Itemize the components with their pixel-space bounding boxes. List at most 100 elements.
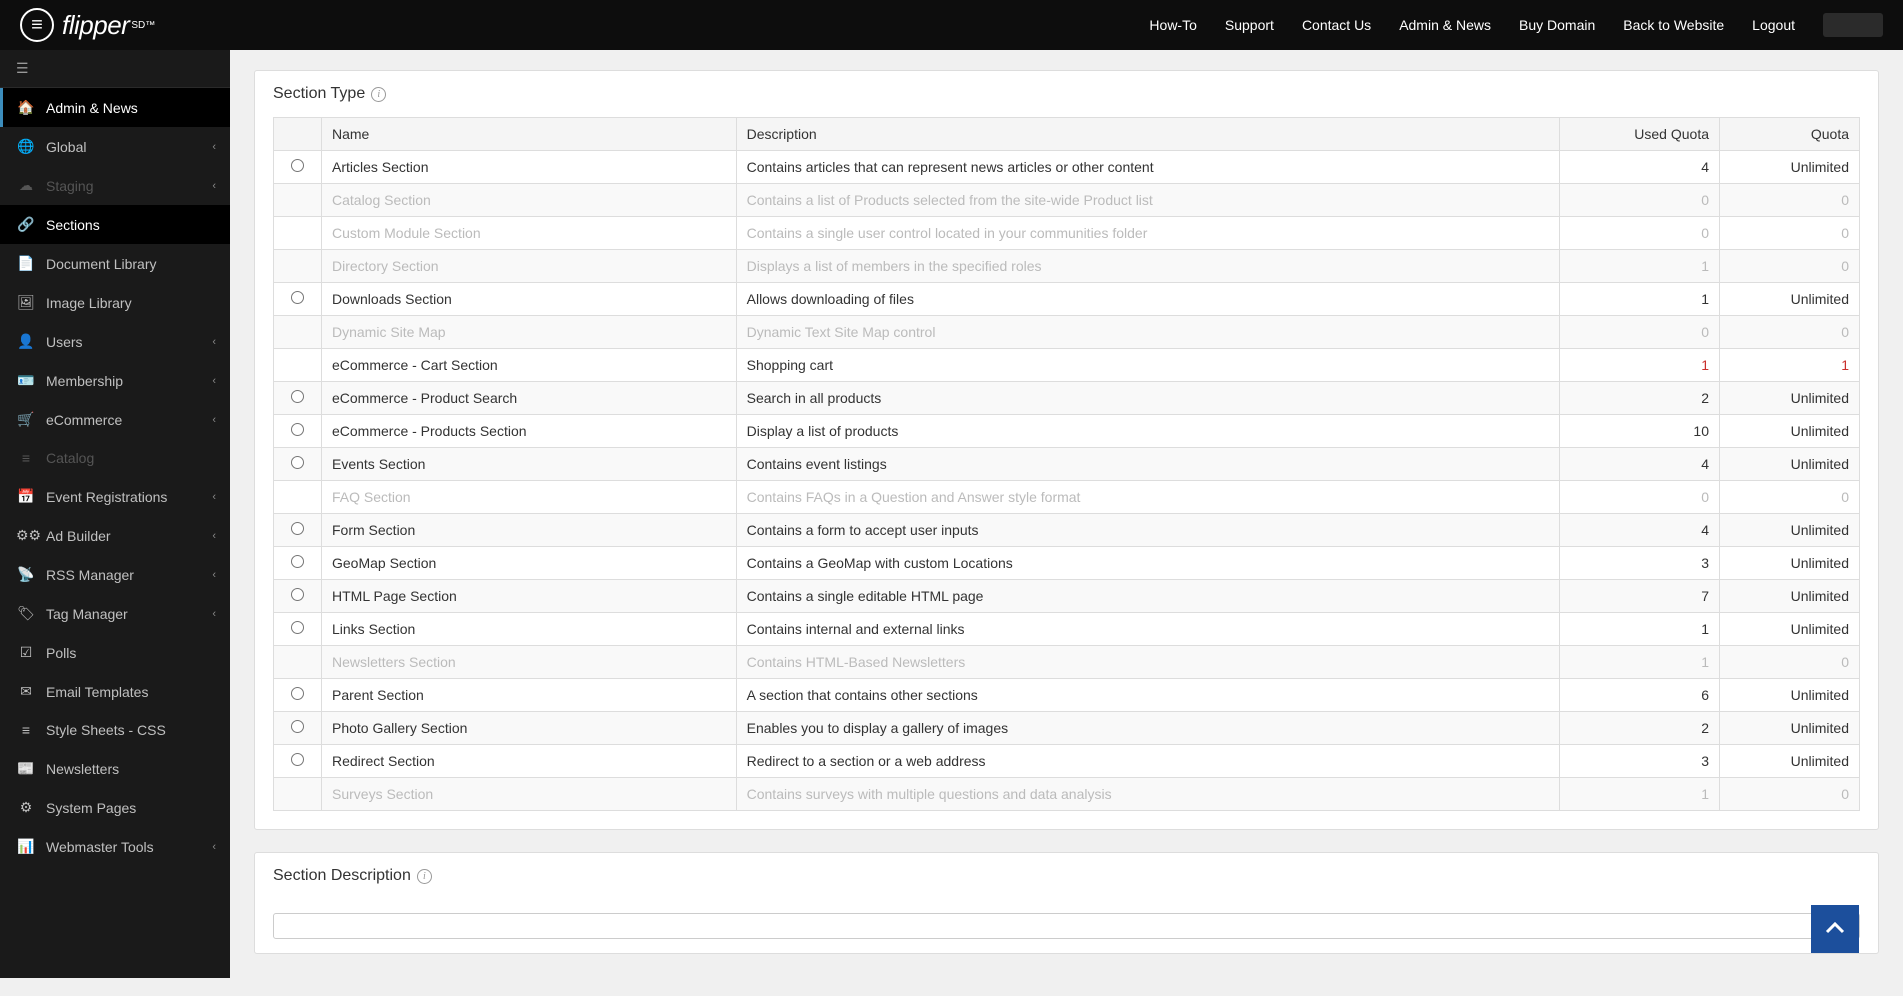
section-type-radio[interactable] [291, 555, 304, 568]
section-type-radio[interactable] [291, 159, 304, 172]
sidebar-item-ad-builder[interactable]: ⚙⚙Ad Builder‹ [0, 516, 230, 555]
card-icon: 🪪 [16, 372, 36, 389]
section-description-input[interactable]: ◢ [273, 913, 1860, 939]
cell-description: Enables you to display a gallery of imag… [736, 712, 1559, 745]
mail-icon: ✉ [16, 683, 36, 700]
table-row: eCommerce - Products SectionDisplay a li… [274, 415, 1860, 448]
table-row: Dynamic Site MapDynamic Text Site Map co… [274, 316, 1860, 349]
cell-name: Form Section [322, 514, 737, 547]
sidebar-item-sections[interactable]: 🔗 Sections [0, 205, 230, 244]
section-type-radio[interactable] [291, 621, 304, 634]
cell-used-quota: 0 [1560, 316, 1720, 349]
section-type-radio[interactable] [291, 291, 304, 304]
table-row: Catalog SectionContains a list of Produc… [274, 184, 1860, 217]
sidebar-item-ecommerce[interactable]: 🛒eCommerce‹ [0, 400, 230, 439]
section-type-radio[interactable] [291, 753, 304, 766]
section-type-radio[interactable] [291, 456, 304, 469]
sidebar-item-webmaster-tools[interactable]: 📊Webmaster Tools‹ [0, 827, 230, 866]
sidebar-item-label: Sections [46, 217, 100, 233]
cell-quota: Unlimited [1720, 415, 1860, 448]
nav-back-to-website[interactable]: Back to Website [1623, 17, 1724, 33]
cell-quota: 0 [1720, 778, 1860, 811]
cell-used-quota: 0 [1560, 481, 1720, 514]
file-icon: 📄 [16, 255, 36, 272]
sidebar-item-label: Document Library [46, 256, 157, 272]
logo-sup: SD™ [131, 20, 155, 31]
cell-quota: Unlimited [1720, 613, 1860, 646]
cell-used-quota: 4 [1560, 514, 1720, 547]
cell-used-quota: 1 [1560, 250, 1720, 283]
chevron-left-icon: ‹ [212, 375, 216, 387]
sidebar-item-image-library[interactable]: 🖼Image Library [0, 283, 230, 322]
sidebar-item-staging: ☁Staging‹ [0, 166, 230, 205]
section-type-radio[interactable] [291, 522, 304, 535]
sidebar-item-newsletters[interactable]: 📰Newsletters [0, 749, 230, 788]
info-icon[interactable]: i [417, 869, 432, 884]
sidebar-item-admin-news[interactable]: 🏠Admin & News [0, 88, 230, 127]
nav-buy-domain[interactable]: Buy Domain [1519, 17, 1595, 33]
sidebar-item-style-sheets-css[interactable]: ≡Style Sheets - CSS [0, 711, 230, 749]
cell-description: Contains FAQs in a Question and Answer s… [736, 481, 1559, 514]
radio-cell [274, 415, 322, 448]
cog-icon: ⚙ [16, 799, 36, 816]
section-type-table: Name Description Used Quota Quota Articl… [273, 117, 1860, 811]
nav-contact[interactable]: Contact Us [1302, 17, 1371, 33]
cell-used-quota: 0 [1560, 184, 1720, 217]
cell-used-quota: 1 [1560, 778, 1720, 811]
table-row: FAQ SectionContains FAQs in a Question a… [274, 481, 1860, 514]
sidebar-item-polls[interactable]: ☑Polls [0, 633, 230, 672]
cell-description: Contains event listings [736, 448, 1559, 481]
sidebar-item-event-registrations[interactable]: 📅Event Registrations‹ [0, 477, 230, 516]
section-type-radio[interactable] [291, 720, 304, 733]
sidebar-item-document-library[interactable]: 📄 Document Library [0, 244, 230, 283]
section-type-radio[interactable] [291, 390, 304, 403]
cell-quota: 0 [1720, 184, 1860, 217]
cell-description: Contains a single editable HTML page [736, 580, 1559, 613]
calendar-icon: 📅 [16, 488, 36, 505]
sidebar: ☰ 🏠Admin & News🌐Global‹☁Staging‹ 🔗 Section… [0, 50, 230, 978]
col-used-quota: Used Quota [1560, 118, 1720, 151]
sitemap-icon: 🔗 [16, 216, 36, 233]
section-type-radio[interactable] [291, 687, 304, 700]
info-icon[interactable]: i [371, 87, 386, 102]
cell-name: HTML Page Section [322, 580, 737, 613]
cell-name: Surveys Section [322, 778, 737, 811]
sidebar-item-system-pages[interactable]: ⚙System Pages [0, 788, 230, 827]
sidebar-item-users[interactable]: 👤Users‹ [0, 322, 230, 361]
table-row: Links SectionContains internal and exter… [274, 613, 1860, 646]
nav-admin-news[interactable]: Admin & News [1399, 17, 1491, 33]
sidebar-item-rss-manager[interactable]: 📡RSS Manager‹ [0, 555, 230, 594]
chevron-left-icon: ‹ [212, 841, 216, 853]
cell-used-quota: 0 [1560, 217, 1720, 250]
sidebar-item-label: RSS Manager [46, 567, 134, 583]
cell-name: eCommerce - Cart Section [322, 349, 737, 382]
cell-name: eCommerce - Products Section [322, 415, 737, 448]
cell-description: Contains a GeoMap with custom Locations [736, 547, 1559, 580]
cell-description: Dynamic Text Site Map control [736, 316, 1559, 349]
radio-cell [274, 580, 322, 613]
radio-cell [274, 646, 322, 679]
table-row: Photo Gallery SectionEnables you to disp… [274, 712, 1860, 745]
cell-used-quota: 6 [1560, 679, 1720, 712]
nav-howto[interactable]: How-To [1149, 17, 1196, 33]
section-type-radio[interactable] [291, 588, 304, 601]
cell-used-quota: 10 [1560, 415, 1720, 448]
cell-name: Parent Section [322, 679, 737, 712]
sidebar-item-tag-manager[interactable]: 🏷Tag Manager‹ [0, 594, 230, 633]
sidebar-item-membership[interactable]: 🪪Membership‹ [0, 361, 230, 400]
sidebar-item-global[interactable]: 🌐Global‹ [0, 127, 230, 166]
logo[interactable]: ≡ flipper SD™ [20, 8, 155, 42]
sidebar-item-email-templates[interactable]: ✉Email Templates [0, 672, 230, 711]
section-type-radio[interactable] [291, 423, 304, 436]
cell-description: Search in all products [736, 382, 1559, 415]
nav-support[interactable]: Support [1225, 17, 1274, 33]
table-row: eCommerce - Cart SectionShopping cart11 [274, 349, 1860, 382]
sidebar-item-label: Global [46, 139, 86, 155]
table-row: Newsletters SectionContains HTML-Based N… [274, 646, 1860, 679]
cell-description: Contains surveys with multiple questions… [736, 778, 1559, 811]
chevron-left-icon: ‹ [212, 530, 216, 542]
sidebar-item-label: Tag Manager [46, 606, 128, 622]
nav-logout[interactable]: Logout [1752, 17, 1795, 33]
scroll-to-top-button[interactable] [1811, 905, 1859, 953]
sidebar-toggle[interactable]: ☰ [0, 50, 230, 88]
